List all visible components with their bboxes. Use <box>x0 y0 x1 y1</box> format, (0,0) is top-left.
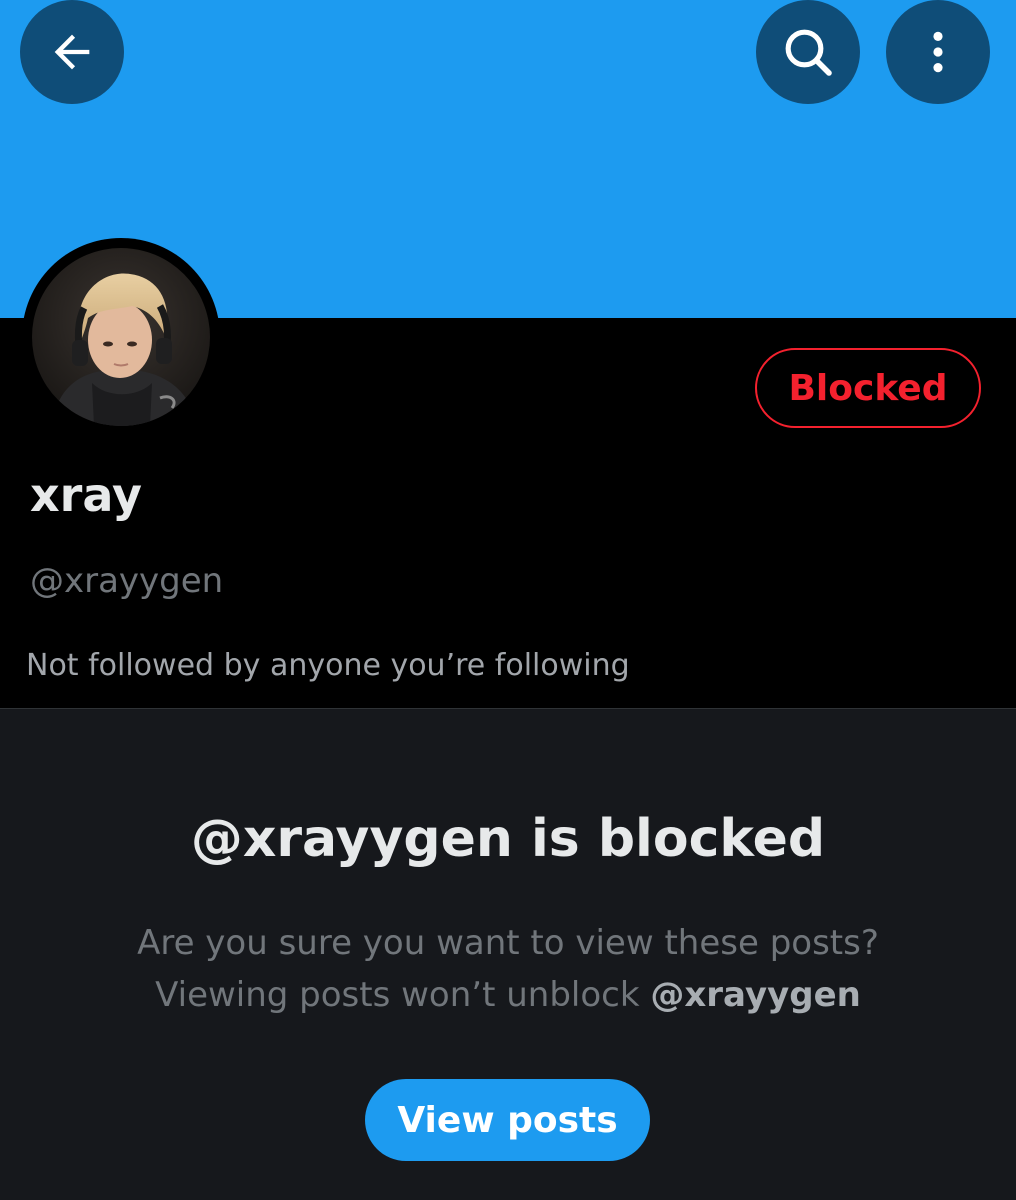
blocked-notice-handle: @xrayygen <box>650 975 861 1015</box>
blocked-notice-line2: Viewing posts won’t unblock @xrayygen <box>0 969 1016 1021</box>
search-button[interactable] <box>756 0 860 104</box>
blocked-button[interactable]: Blocked <box>755 348 981 428</box>
followers-you-know-note: Not followed by anyone you’re following <box>26 648 630 683</box>
blocked-notice-panel: @xrayygen is blocked Are you sure you wa… <box>0 708 1016 1200</box>
blocked-notice-description: Are you sure you want to view these post… <box>0 917 1016 1021</box>
avatar[interactable] <box>22 238 220 436</box>
user-handle: @xrayygen <box>30 561 224 601</box>
more-vertical-icon <box>933 31 943 73</box>
blocked-notice-line1: Are you sure you want to view these post… <box>137 923 879 963</box>
profile-page: Blocked xray @xrayygen Not followed by a… <box>0 0 1016 1200</box>
display-name: xray <box>30 468 142 522</box>
arrow-left-icon <box>54 34 90 70</box>
search-icon <box>785 29 832 76</box>
avatar-image <box>32 248 210 426</box>
blocked-notice-title: @xrayygen is blocked <box>190 809 826 869</box>
blocked-notice-line2-text: Viewing posts won’t unblock <box>155 975 651 1015</box>
back-button[interactable] <box>20 0 124 104</box>
view-posts-button[interactable]: View posts <box>365 1079 650 1161</box>
more-options-button[interactable] <box>886 0 990 104</box>
